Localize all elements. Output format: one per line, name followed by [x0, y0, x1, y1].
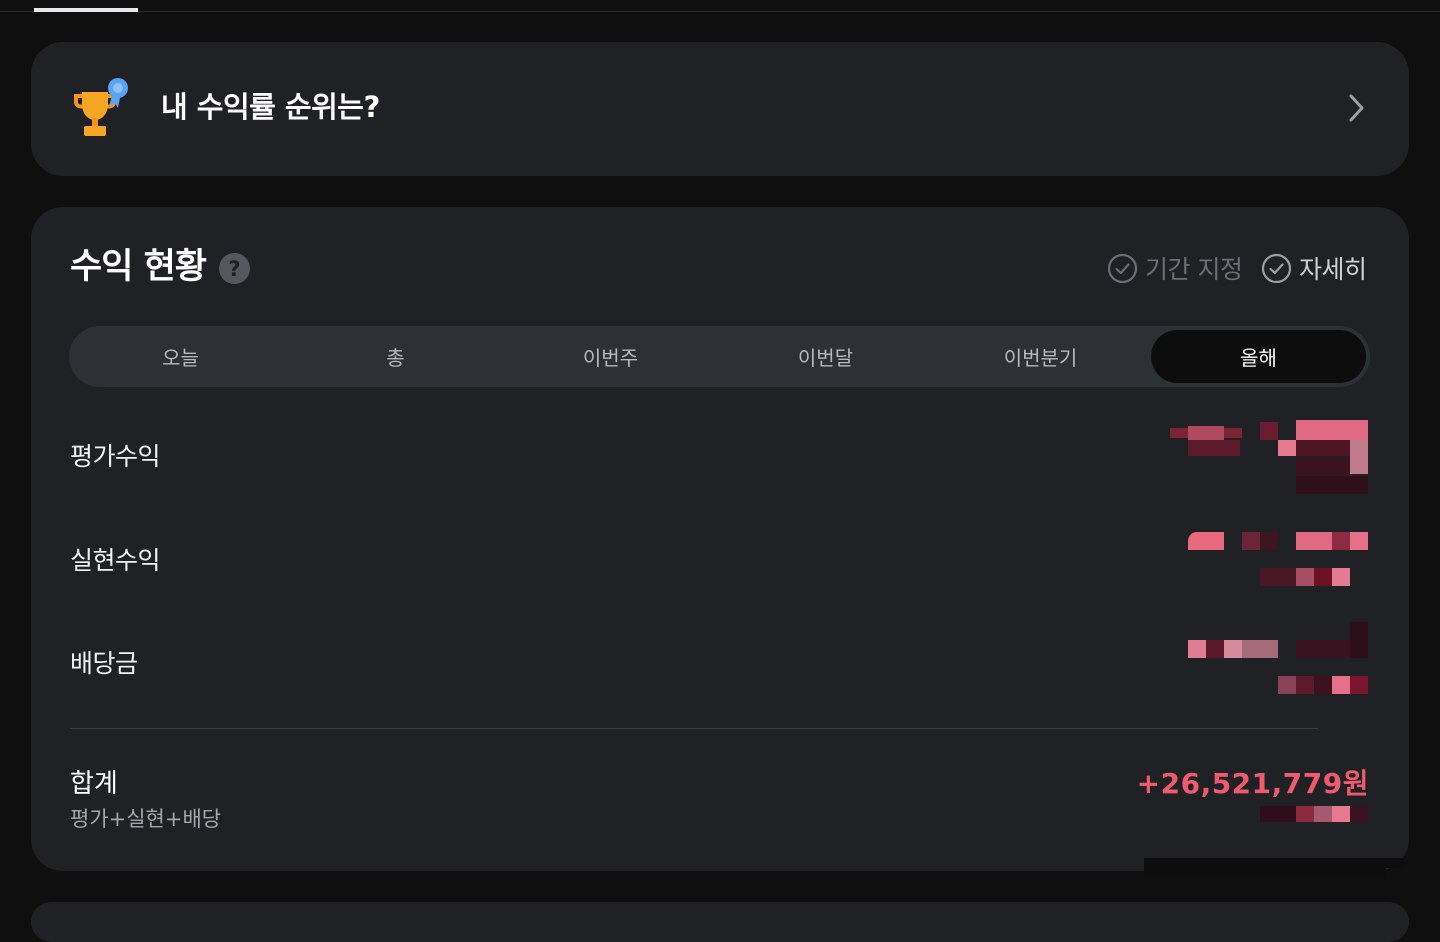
tab-today[interactable]: 오늘 [73, 330, 288, 383]
trophy-icon [74, 78, 128, 136]
row-label-dividend: 배당금 [70, 649, 138, 678]
row-label-valuation: 평가수익 [70, 442, 161, 471]
tab-this-quarter[interactable]: 이번분기 [933, 330, 1148, 383]
total-sub-label: 평가+실현+배당 [70, 807, 222, 831]
valuation-value-redacted [1170, 420, 1370, 496]
next-card [31, 902, 1409, 942]
section-title: 수익 현황 [70, 247, 207, 287]
overlay-edge [1144, 858, 1386, 878]
tab-this-month[interactable]: 이번달 [718, 330, 933, 383]
period-tabs: 오늘 총 이번주 이번달 이번분기 올해 [69, 326, 1370, 387]
period-select-label: 기간 지정 [1145, 255, 1243, 284]
rank-banner-label: 내 수익률 순위는? [161, 90, 380, 124]
overlay-edge [1386, 858, 1404, 868]
total-label: 합계 [70, 769, 118, 799]
detail-button[interactable]: 자세히 [1261, 250, 1367, 286]
divider [70, 728, 1318, 729]
tab-total[interactable]: 총 [288, 330, 503, 383]
check-circle-icon [1261, 253, 1292, 283]
tab-this-year[interactable]: 올해 [1151, 330, 1366, 383]
realized-value-redacted [1188, 530, 1370, 590]
detail-label: 자세히 [1299, 255, 1367, 284]
top-tab-active-indicator [34, 8, 138, 12]
period-select-button[interactable]: 기간 지정 [1107, 250, 1243, 286]
total-value: +26,521,779원 [1136, 767, 1369, 800]
question-icon[interactable]: ? [219, 253, 250, 284]
dividend-value-redacted [1188, 620, 1370, 698]
tab-this-week[interactable]: 이번주 [503, 330, 718, 383]
top-tab-underline-track [0, 11, 1440, 12]
row-label-realized: 실현수익 [70, 546, 161, 575]
chevron-right-icon[interactable] [1346, 93, 1368, 123]
total-rate-redacted [1260, 804, 1370, 824]
check-circle-icon [1107, 253, 1138, 283]
